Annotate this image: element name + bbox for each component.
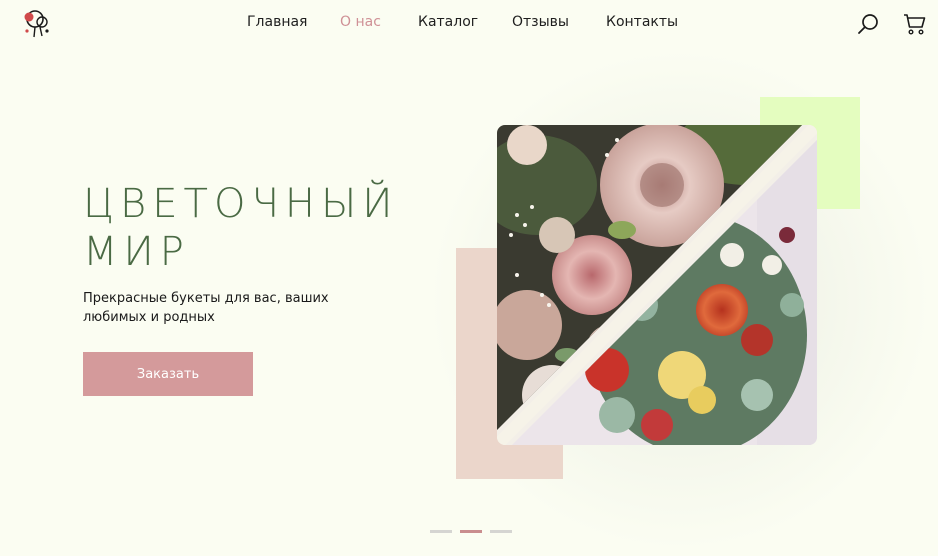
- slider-dot-active[interactable]: [460, 530, 482, 533]
- order-button[interactable]: Заказать: [83, 352, 253, 396]
- slider-dot[interactable]: [430, 530, 452, 533]
- hero-title-line2: мир: [83, 229, 190, 275]
- hero-subtitle: Прекрасные букеты для вас, ваших любимых…: [83, 291, 329, 325]
- search-icon[interactable]: [857, 12, 881, 36]
- bouquet-photo: [497, 125, 817, 445]
- hero-title-line1: Цветочный: [83, 181, 399, 227]
- nav-item-reviews[interactable]: Отзывы: [512, 14, 569, 30]
- slider-dot[interactable]: [490, 530, 512, 533]
- cart-icon[interactable]: [903, 12, 927, 36]
- hero-title: Цветочный мир: [83, 180, 403, 276]
- nav-item-catalog[interactable]: Каталог: [418, 14, 478, 30]
- nav-item-about[interactable]: О нас: [340, 14, 381, 30]
- nav-item-contacts[interactable]: Контакты: [606, 14, 678, 30]
- nav-item-home[interactable]: Главная: [247, 14, 307, 30]
- main-nav: Главная О нас Каталог Отзывы Контакты: [0, 14, 938, 34]
